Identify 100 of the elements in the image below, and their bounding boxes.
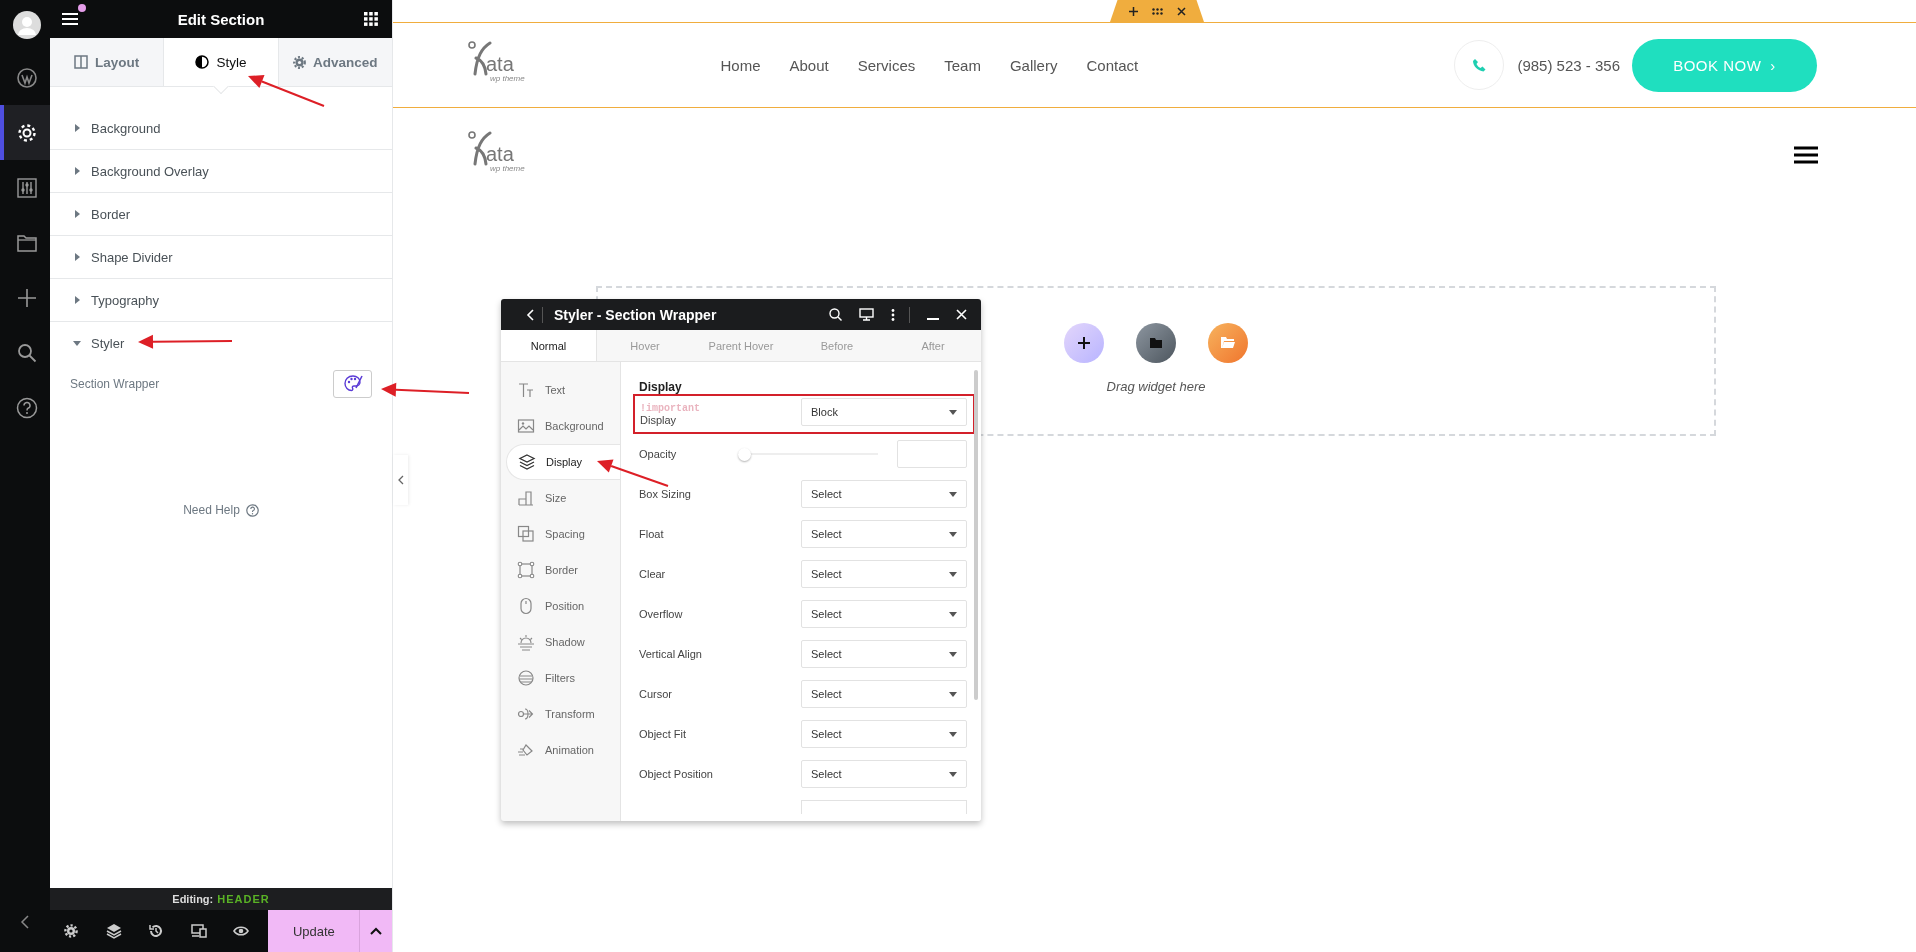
select-field[interactable]: Block <box>801 398 967 426</box>
drop-hint: Drag widget here <box>1106 378 1206 394</box>
styler-button[interactable] <box>333 370 372 398</box>
editing-label: Editing: <box>172 893 214 905</box>
section-toggle[interactable]: Background Overlay <box>50 150 392 193</box>
select-field[interactable]: Select <box>801 520 967 548</box>
columns-icon <box>74 55 89 69</box>
select-field[interactable]: Select <box>801 680 967 708</box>
nav-link[interactable]: Home <box>706 56 775 74</box>
layers-icon[interactable] <box>105 923 122 939</box>
scrollbar[interactable] <box>974 370 978 700</box>
search-icon[interactable] <box>829 308 842 321</box>
plus-icon[interactable] <box>1128 6 1138 16</box>
desktop-icon[interactable] <box>859 308 874 321</box>
nav-link[interactable]: Services <box>843 56 930 74</box>
select-field[interactable]: Select <box>801 720 967 748</box>
category-item[interactable]: Animation <box>501 732 620 768</box>
section-toggle[interactable]: Typography <box>50 279 392 322</box>
add-section-button[interactable] <box>1064 322 1104 363</box>
section-toggle[interactable]: Shape Divider <box>50 236 392 279</box>
select-field[interactable]: Select <box>801 600 967 628</box>
category-item[interactable]: Background <box>501 408 620 444</box>
dropdown-caret-icon <box>949 611 957 617</box>
category-item[interactable]: Position <box>501 588 620 624</box>
category-item[interactable]: Filters <box>501 660 620 696</box>
nav-link[interactable]: Contact <box>1071 56 1153 74</box>
section-handle[interactable] <box>1110 0 1204 22</box>
collapse-icon[interactable] <box>20 915 30 929</box>
size-icon <box>517 489 535 507</box>
property-label: Clear <box>639 568 666 580</box>
panel-tab[interactable]: Layout <box>50 38 164 86</box>
more-icon[interactable] <box>891 308 895 321</box>
select-field[interactable]: Select <box>801 480 967 508</box>
chevron-icon <box>397 475 404 485</box>
property-label: Object Position <box>639 768 713 780</box>
back-icon[interactable] <box>526 308 534 321</box>
template-button[interactable] <box>1136 322 1176 363</box>
help-link[interactable]: Need Help <box>183 503 240 517</box>
phone-number: (985) 523 - 356 <box>1517 56 1620 74</box>
plus-icon[interactable] <box>17 287 37 308</box>
category-item[interactable]: Display <box>506 444 620 480</box>
sliders-icon[interactable] <box>17 177 37 198</box>
dropdown-caret-icon <box>949 409 957 415</box>
menu-icon[interactable] <box>1794 146 1818 164</box>
select-field[interactable]: Select <box>801 640 967 668</box>
annotation-arrow <box>597 459 669 487</box>
kit-button[interactable] <box>1208 322 1248 363</box>
editing-document: HEADER <box>217 893 270 905</box>
nav-link[interactable]: Team <box>929 56 996 74</box>
avatar-icon[interactable] <box>13 11 41 39</box>
caret-icon <box>73 167 81 175</box>
property-label: Vertical Align <box>639 648 702 660</box>
collapse-handle[interactable] <box>393 455 408 505</box>
more-options-button[interactable] <box>359 910 392 952</box>
number-input[interactable] <box>897 440 967 468</box>
category-item[interactable]: Spacing <box>501 516 620 552</box>
nav-link[interactable]: About <box>775 56 844 74</box>
caret-up-icon <box>370 927 383 935</box>
settings-icon <box>293 55 307 69</box>
caret-icon <box>73 339 81 347</box>
folder-icon[interactable] <box>17 233 37 252</box>
slider-thumb[interactable] <box>738 447 752 461</box>
select-field[interactable]: Select <box>801 760 967 788</box>
shadow-icon <box>517 633 535 651</box>
folder-icon <box>1150 337 1162 348</box>
nav-link[interactable]: Gallery <box>995 56 1072 74</box>
category-item[interactable]: Size <box>501 480 620 516</box>
search-icon[interactable] <box>17 342 37 363</box>
help-icon[interactable] <box>245 503 259 517</box>
control-label: Section Wrapper <box>70 377 160 391</box>
category-item[interactable]: Text <box>501 372 620 408</box>
section-toggle[interactable]: Background <box>50 107 392 150</box>
settings-icon[interactable] <box>64 924 79 938</box>
section-toggle[interactable]: Border <box>50 193 392 236</box>
panel-tab[interactable]: Advanced <box>278 38 392 86</box>
category-item[interactable]: Shadow <box>501 624 620 660</box>
caret-icon <box>73 210 81 218</box>
section-heading: Display <box>639 380 683 394</box>
history-icon[interactable] <box>148 923 165 939</box>
property-label: Box Sizing <box>639 488 691 500</box>
state-tab[interactable]: Normal <box>501 330 597 361</box>
property-label: Object Fit <box>639 728 687 740</box>
dropdown-caret-icon <box>949 771 957 777</box>
select-field[interactable]: Select <box>801 560 967 588</box>
update-button[interactable]: Update <box>268 910 360 952</box>
settings-icon[interactable] <box>16 121 38 144</box>
wordpress-icon[interactable] <box>17 67 37 88</box>
help-icon[interactable] <box>16 396 38 419</box>
close-icon[interactable] <box>1176 6 1186 16</box>
apps-grid-icon[interactable] <box>364 12 378 26</box>
logo-text: ata <box>486 144 515 164</box>
dropdown-caret-icon <box>949 651 957 657</box>
category-item[interactable]: Border <box>501 552 620 588</box>
logo-tagline: wp theme <box>490 164 525 173</box>
eye-icon[interactable] <box>233 925 250 937</box>
drag-icon[interactable] <box>1151 7 1163 15</box>
panel-tab[interactable]: Style <box>163 38 279 86</box>
responsive-icon[interactable] <box>190 924 207 938</box>
section-toggle[interactable]: Styler <box>50 322 392 364</box>
category-item[interactable]: Transform <box>501 696 620 732</box>
